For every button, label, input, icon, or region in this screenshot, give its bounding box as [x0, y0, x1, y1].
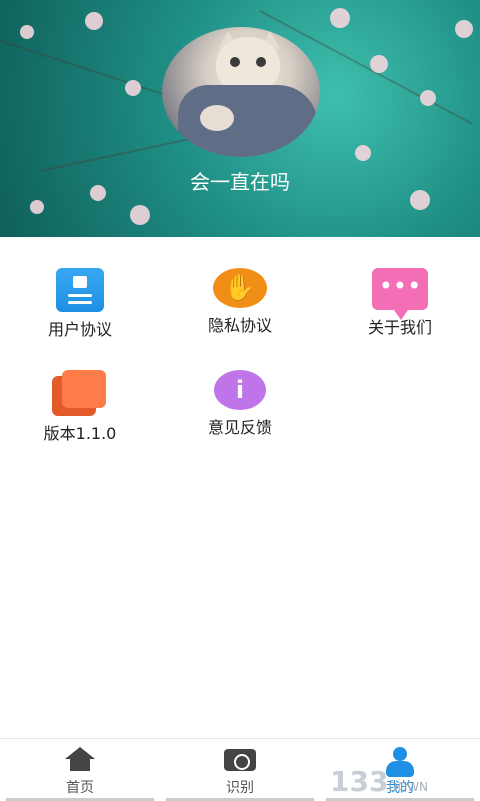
- hand-privacy-icon: ✋: [213, 268, 267, 308]
- watermark-logo: 133DOWN: [330, 765, 428, 798]
- username-label: 会一直在吗: [190, 170, 290, 194]
- feedback-info-icon: i: [214, 370, 266, 410]
- privacy-agreement-item[interactable]: ✋ 隐私协议: [160, 268, 320, 336]
- profile-header: 会一直在吗: [0, 0, 480, 237]
- version-layers-icon: [52, 370, 108, 416]
- home-icon: [65, 747, 95, 773]
- feedback-item[interactable]: i 意见反馈: [160, 370, 320, 438]
- avatar[interactable]: [162, 27, 320, 157]
- tab-home[interactable]: 首页: [0, 739, 160, 801]
- tab-recognize[interactable]: 识别: [160, 739, 320, 801]
- tab-home-label: 首页: [66, 780, 94, 796]
- user-agreement-label: 用户协议: [47, 320, 112, 339]
- privacy-agreement-label: 隐私协议: [207, 316, 272, 335]
- tab-recognize-label: 识别: [226, 780, 254, 796]
- version-item[interactable]: 版本1.1.0: [0, 370, 160, 444]
- user-agreement-icon: [56, 268, 104, 312]
- feedback-label: 意见反馈: [207, 418, 272, 437]
- camera-icon: [224, 749, 256, 771]
- about-chat-icon: •••: [372, 268, 428, 320]
- version-label: 版本1.1.0: [43, 424, 117, 443]
- about-us-item[interactable]: ••• 关于我们: [320, 268, 480, 338]
- user-agreement-item[interactable]: 用户协议: [0, 268, 160, 340]
